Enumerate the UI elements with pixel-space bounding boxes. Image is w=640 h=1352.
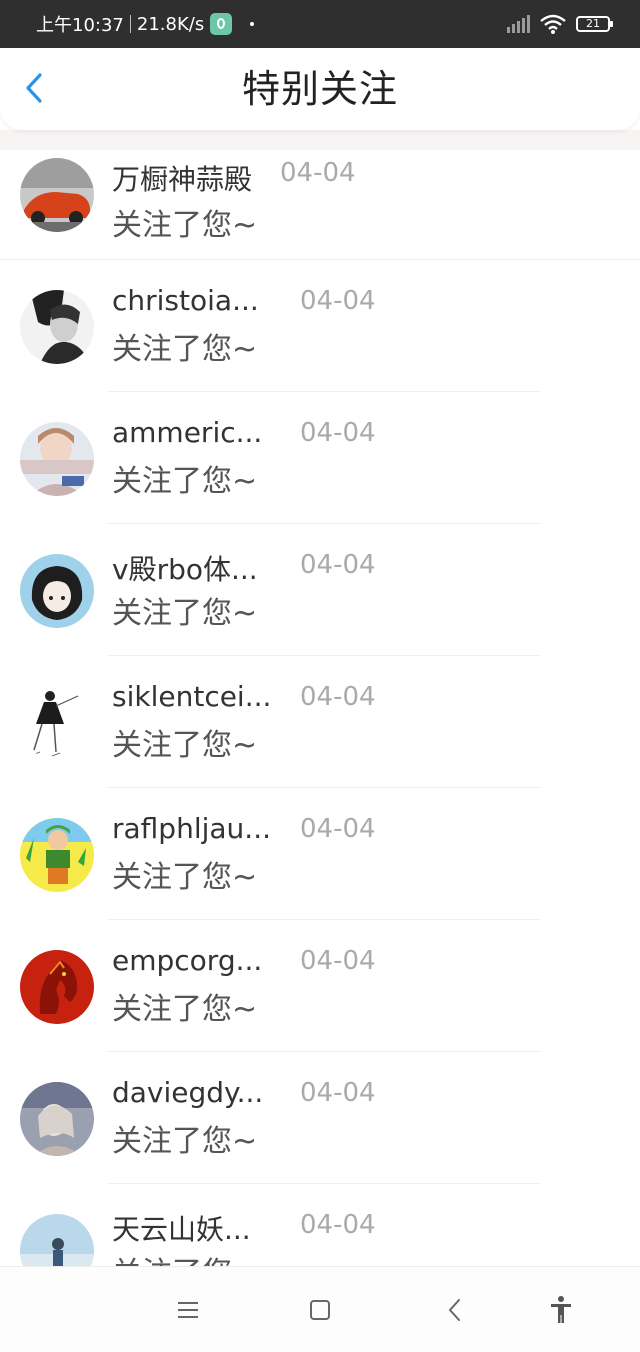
list-item[interactable]: siklentcei... 04-04 关注了您~	[0, 656, 640, 788]
user-name: raflphljau...	[112, 812, 271, 845]
avatar[interactable]	[20, 290, 94, 364]
menu-icon	[178, 1302, 198, 1318]
user-name: v殿rbo体...	[112, 553, 258, 586]
avatar[interactable]	[20, 686, 94, 760]
follow-message: 关注了您~	[112, 332, 258, 367]
navigation-bar	[0, 1266, 640, 1352]
user-name: christoia...	[112, 284, 259, 317]
back-nav-button[interactable]	[438, 1293, 472, 1327]
avatar[interactable]	[20, 950, 94, 1024]
avatar[interactable]	[20, 158, 94, 232]
list-item[interactable]: v殿rbo体... 04-04 关注了您~	[0, 524, 640, 656]
follow-date: 04-04	[300, 1078, 376, 1108]
user-name: ammeric...	[112, 416, 263, 449]
battery-icon: 21	[576, 16, 613, 32]
follow-date: 04-04	[300, 550, 376, 580]
header: 特别关注	[0, 48, 640, 130]
follow-message: 关注了您~	[112, 464, 258, 499]
list-item[interactable]: ammeric... 04-04 关注了您~	[0, 392, 640, 524]
follow-date: 04-04	[300, 286, 376, 316]
status-bar: 上午10:37 21.8K/s 21	[0, 0, 640, 48]
follow-list: 万橱神蒜殿 04-04 关注了您~ christoia... 04-04 关注了…	[0, 150, 640, 1266]
menu-button[interactable]	[171, 1293, 205, 1327]
follow-message: 关注了您~	[112, 860, 258, 895]
notification-dot-icon	[250, 22, 255, 26]
follow-message: 关注了您~	[112, 208, 258, 243]
avatar[interactable]	[20, 554, 94, 628]
follow-date: 04-04	[300, 946, 376, 976]
status-separator	[129, 15, 131, 33]
user-name: empcorg...	[112, 944, 263, 977]
notification-app-icon	[210, 13, 233, 35]
list-item[interactable]: 万橱神蒜殿 04-04 关注了您~	[0, 150, 640, 260]
avatar[interactable]	[20, 422, 94, 496]
accessibility-icon	[551, 1296, 571, 1323]
follow-message: 关注了您~	[112, 1248, 257, 1266]
follow-date: 04-04	[300, 418, 376, 448]
home-icon	[310, 1300, 330, 1320]
list-item[interactable]: raflphljau... 04-04 关注了您~	[0, 788, 640, 920]
follow-date: 04-04	[300, 682, 376, 712]
follow-message: 关注了您~	[112, 728, 258, 763]
list-item[interactable]: 天云山妖... 04-04 关注了您~	[0, 1184, 640, 1266]
home-button[interactable]	[303, 1293, 337, 1327]
avatar[interactable]	[20, 1082, 94, 1156]
follow-message: 关注了您~	[112, 596, 258, 631]
list-item[interactable]: christoia... 04-04 关注了您~	[0, 260, 640, 392]
user-name: 天云山妖...	[112, 1213, 251, 1246]
back-icon	[449, 1299, 460, 1321]
follow-message: 关注了您~	[112, 992, 258, 1027]
page-title: 特别关注	[241, 67, 398, 111]
user-name: siklentcei...	[112, 680, 272, 713]
user-name: 万橱神蒜殿	[112, 163, 253, 196]
signal-icon	[507, 15, 530, 33]
avatar[interactable]	[20, 1214, 94, 1266]
wifi-icon	[540, 14, 566, 34]
avatar[interactable]	[20, 818, 94, 892]
accessibility-button[interactable]	[544, 1293, 578, 1327]
status-time: 上午10:37	[36, 15, 124, 36]
network-speed: 21.8K/s	[136, 13, 205, 35]
follow-date: 04-04	[300, 814, 376, 844]
header-gap	[0, 130, 640, 150]
follow-date: 04-04	[300, 1210, 376, 1240]
user-name: daviegdy...	[112, 1076, 264, 1109]
follow-message: 关注了您~	[112, 1124, 258, 1159]
list-item[interactable]: empcorg... 04-04 关注了您~	[0, 920, 640, 1052]
list-item[interactable]: daviegdy... 04-04 关注了您~	[0, 1052, 640, 1184]
follow-date: 04-04	[280, 158, 356, 188]
